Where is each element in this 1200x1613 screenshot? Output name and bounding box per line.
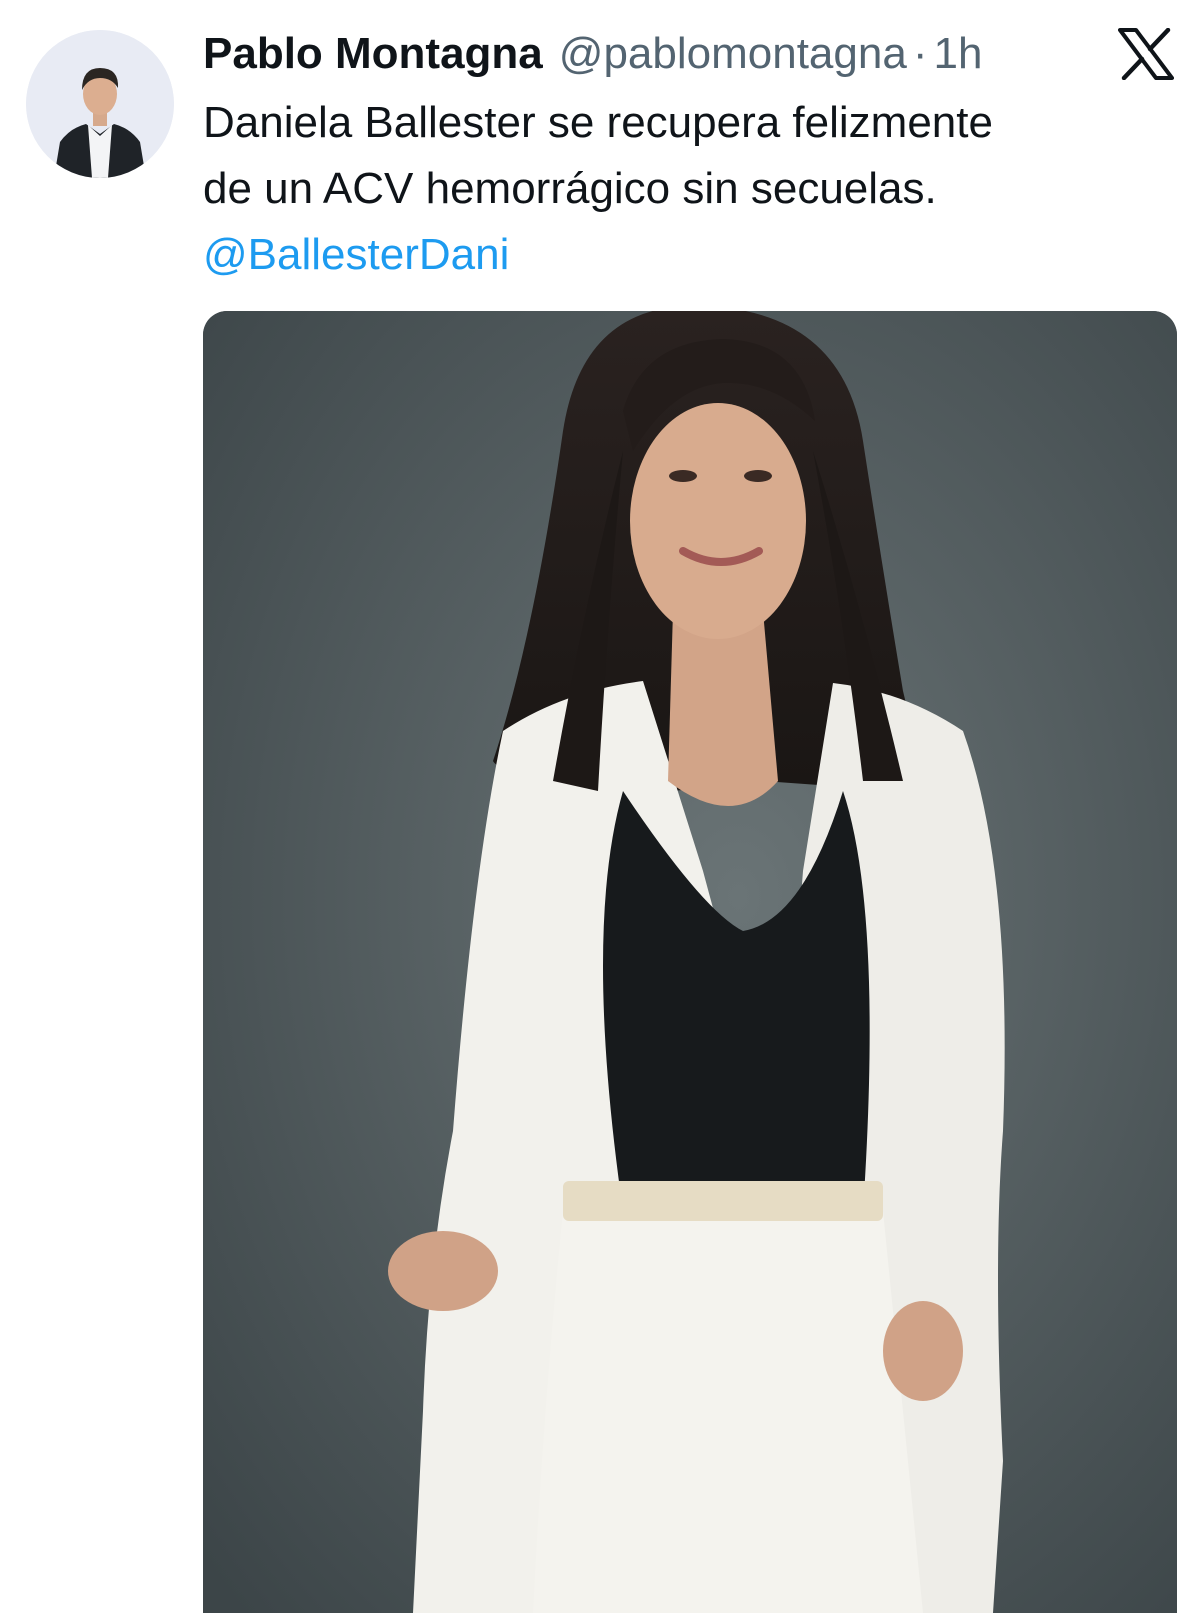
mention-link[interactable]: @BallesterDani	[203, 222, 1163, 288]
author-display-name[interactable]: Pablo Montagna	[203, 26, 543, 82]
tweet-photo[interactable]	[203, 311, 1177, 1613]
tweet-header: Pablo Montagna @pablomontagna · 1h	[203, 26, 982, 82]
tweet-text: Daniela Ballester se recupera felizmente…	[203, 90, 1163, 288]
author-handle[interactable]: @pablomontagna	[559, 26, 907, 82]
x-logo-icon[interactable]	[1118, 28, 1174, 80]
avatar-photo	[26, 30, 174, 178]
tweet-text-line: de un ACV hemorrágico sin secuelas.	[203, 164, 937, 213]
tweet-text-line: Daniela Ballester se recupera felizmente	[203, 98, 993, 147]
tweet-timestamp[interactable]: 1h	[933, 26, 982, 82]
separator-dot: ·	[912, 29, 928, 78]
photo-image	[203, 311, 1177, 1613]
profile-avatar[interactable]	[26, 30, 174, 178]
tweet-card[interactable]: Pablo Montagna @pablomontagna · 1h Danie…	[0, 0, 1200, 1613]
